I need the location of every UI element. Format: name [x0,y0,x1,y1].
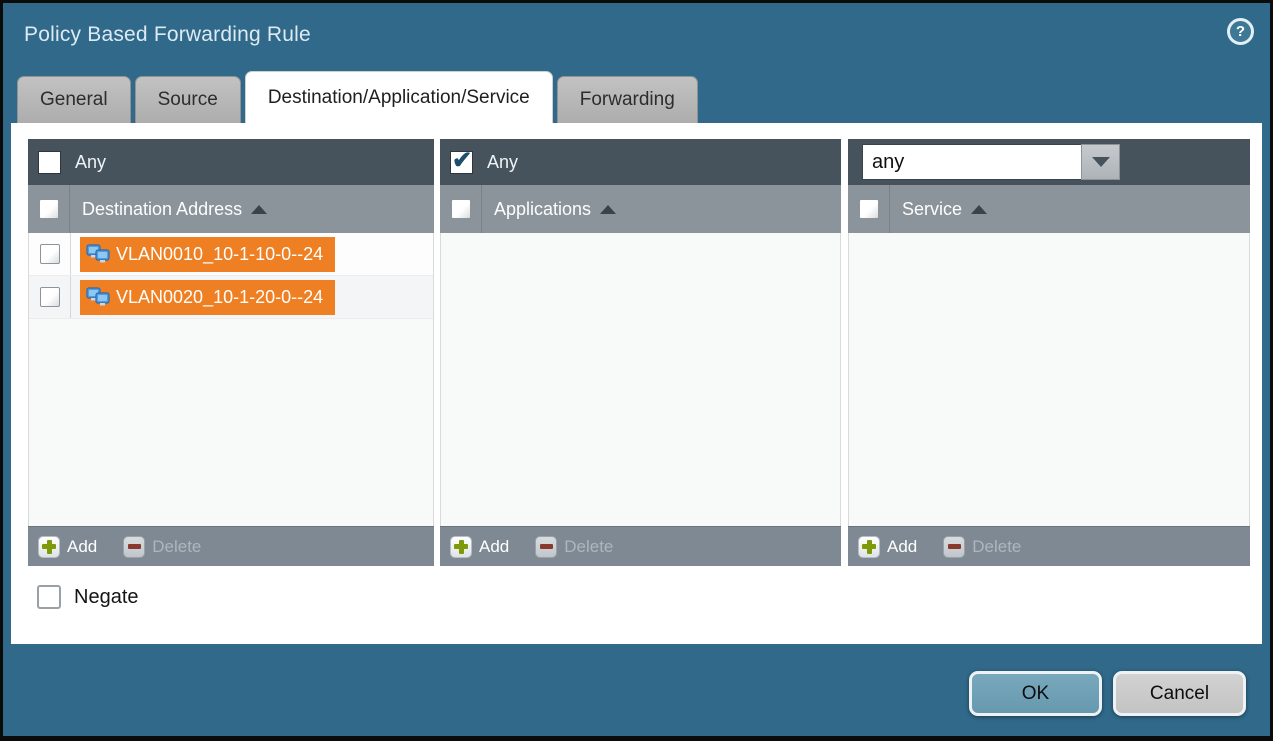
negate-option: Negate [37,585,139,609]
applications-any-checkbox[interactable] [450,151,473,174]
add-plus-icon [858,536,880,558]
sort-ascending-icon [600,205,616,214]
service-dropdown-button[interactable] [1081,144,1120,180]
destination-toolbar: Add Delete [28,526,434,566]
delete-minus-icon [123,536,145,558]
add-plus-icon [450,536,472,558]
destination-column-header: Destination Address [28,185,434,233]
applications-panel: Any Applications Add Delete [440,139,841,566]
service-selectall-checkbox[interactable] [859,199,879,219]
delete-button[interactable]: Delete [535,536,613,558]
row-checkbox[interactable] [40,244,60,264]
dialog-title: Policy Based Forwarding Rule [24,23,311,47]
applications-selectall-cell [440,185,482,233]
destination-column-label[interactable]: Destination Address [82,199,267,220]
negate-label: Negate [74,586,139,609]
address-object-chip[interactable]: VLAN0010_10-1-10-0--24 [80,237,335,272]
service-panel: Service Add Delete [848,139,1250,566]
address-object-icon [85,284,111,310]
delete-button[interactable]: Delete [123,536,201,558]
tab-content: Any Destination Address [11,123,1262,644]
applications-list [440,233,841,526]
destination-any-checkbox[interactable] [38,151,61,174]
address-object-label: VLAN0020_10-1-20-0--24 [116,287,323,308]
destination-any-label: Any [75,152,106,173]
row-checkbox[interactable] [40,287,60,307]
applications-any-bar: Any [440,139,841,185]
tab-general[interactable]: General [17,76,131,123]
help-icon[interactable]: ? [1227,18,1254,45]
chevron-down-icon [1092,157,1110,167]
pbf-rule-dialog: Policy Based Forwarding Rule ? General S… [0,0,1273,741]
applications-column-label[interactable]: Applications [494,199,616,220]
delete-button[interactable]: Delete [943,536,1021,558]
destination-any-bar: Any [28,139,434,185]
destination-selectall-checkbox[interactable] [39,199,59,219]
service-column-label[interactable]: Service [902,199,987,220]
service-list [848,233,1250,526]
address-object-icon [85,241,111,267]
service-dropdown-bar [848,139,1250,185]
applications-selectall-checkbox[interactable] [451,199,471,219]
add-button[interactable]: Add [450,536,509,558]
tab-source[interactable]: Source [135,76,241,123]
cancel-button[interactable]: Cancel [1113,671,1246,716]
service-dropdown [862,144,1120,180]
delete-minus-icon [535,536,557,558]
address-object-label: VLAN0010_10-1-10-0--24 [116,244,323,265]
tab-forwarding[interactable]: Forwarding [557,76,698,123]
service-selectall-cell [848,185,890,233]
applications-toolbar: Add Delete [440,526,841,566]
destination-selectall-cell [28,185,70,233]
destination-address-panel: Any Destination Address [28,139,434,566]
applications-any-label: Any [487,152,518,173]
delete-minus-icon [943,536,965,558]
address-object-chip[interactable]: VLAN0020_10-1-20-0--24 [80,280,335,315]
service-column-header: Service [848,185,1250,233]
tab-destination-application-service[interactable]: Destination/Application/Service [245,71,553,123]
add-button[interactable]: Add [858,536,917,558]
applications-column-header: Applications [440,185,841,233]
add-button[interactable]: Add [38,536,97,558]
tab-bar: General Source Destination/Application/S… [17,71,698,123]
negate-checkbox[interactable] [37,585,61,609]
table-row[interactable]: VLAN0020_10-1-20-0--24 [29,276,433,319]
service-dropdown-input[interactable] [862,144,1081,180]
sort-ascending-icon [251,205,267,214]
ok-button[interactable]: OK [969,671,1102,716]
service-toolbar: Add Delete [848,526,1250,566]
sort-ascending-icon [971,205,987,214]
add-plus-icon [38,536,60,558]
table-row[interactable]: VLAN0010_10-1-10-0--24 [29,233,433,276]
destination-list: VLAN0010_10-1-10-0--24 [28,233,434,526]
